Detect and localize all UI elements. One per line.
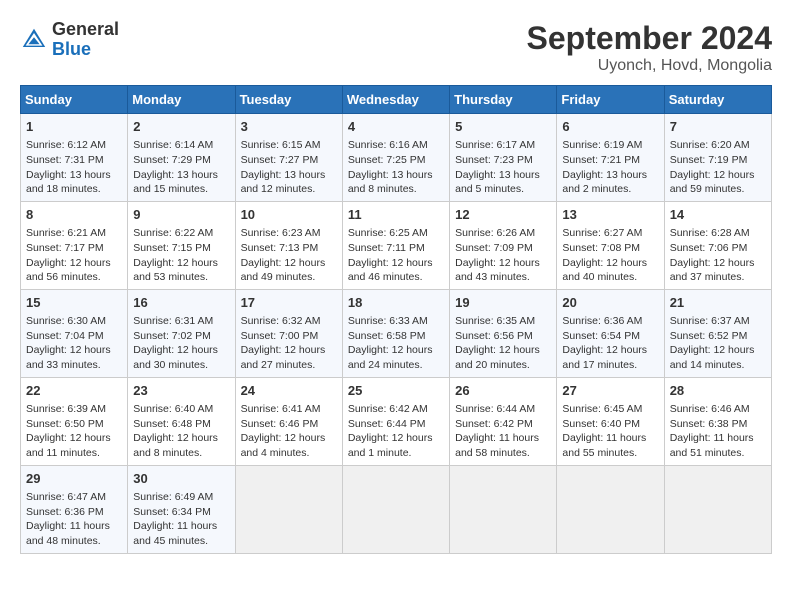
col-wednesday: Wednesday [342,86,449,114]
calendar-day: 16Sunrise: 6:31 AMSunset: 7:02 PMDayligh… [128,289,235,377]
calendar-empty [450,465,557,553]
calendar-empty [557,465,664,553]
calendar-empty [235,465,342,553]
calendar-day: 2Sunrise: 6:14 AMSunset: 7:29 PMDaylight… [128,114,235,202]
calendar-day: 7Sunrise: 6:20 AMSunset: 7:19 PMDaylight… [664,114,771,202]
calendar-row: 22Sunrise: 6:39 AMSunset: 6:50 PMDayligh… [21,377,772,465]
calendar-day: 18Sunrise: 6:33 AMSunset: 6:58 PMDayligh… [342,289,449,377]
calendar-day: 29Sunrise: 6:47 AMSunset: 6:36 PMDayligh… [21,465,128,553]
logo-blue-text: Blue [52,39,91,59]
calendar-table: Sunday Monday Tuesday Wednesday Thursday… [20,85,772,554]
col-friday: Friday [557,86,664,114]
calendar-day: 3Sunrise: 6:15 AMSunset: 7:27 PMDaylight… [235,114,342,202]
logo-general-text: General [52,19,119,39]
calendar-day: 25Sunrise: 6:42 AMSunset: 6:44 PMDayligh… [342,377,449,465]
col-tuesday: Tuesday [235,86,342,114]
col-sunday: Sunday [21,86,128,114]
calendar-day: 21Sunrise: 6:37 AMSunset: 6:52 PMDayligh… [664,289,771,377]
col-thursday: Thursday [450,86,557,114]
calendar-day: 17Sunrise: 6:32 AMSunset: 7:00 PMDayligh… [235,289,342,377]
calendar-row: 29Sunrise: 6:47 AMSunset: 6:36 PMDayligh… [21,465,772,553]
page-header: General Blue September 2024 Uyonch, Hovd… [20,20,772,75]
calendar-empty [664,465,771,553]
calendar-day: 27Sunrise: 6:45 AMSunset: 6:40 PMDayligh… [557,377,664,465]
calendar-empty [342,465,449,553]
calendar-day: 1Sunrise: 6:12 AMSunset: 7:31 PMDaylight… [21,114,128,202]
calendar-day: 13Sunrise: 6:27 AMSunset: 7:08 PMDayligh… [557,201,664,289]
calendar-day: 6Sunrise: 6:19 AMSunset: 7:21 PMDaylight… [557,114,664,202]
month-title: September 2024 [527,20,772,57]
calendar-day: 30Sunrise: 6:49 AMSunset: 6:34 PMDayligh… [128,465,235,553]
col-monday: Monday [128,86,235,114]
calendar-header-row: Sunday Monday Tuesday Wednesday Thursday… [21,86,772,114]
calendar-day: 8Sunrise: 6:21 AMSunset: 7:17 PMDaylight… [21,201,128,289]
calendar-day: 22Sunrise: 6:39 AMSunset: 6:50 PMDayligh… [21,377,128,465]
location-subtitle: Uyonch, Hovd, Mongolia [527,57,772,75]
title-block: September 2024 Uyonch, Hovd, Mongolia [527,20,772,75]
calendar-day: 19Sunrise: 6:35 AMSunset: 6:56 PMDayligh… [450,289,557,377]
col-saturday: Saturday [664,86,771,114]
calendar-day: 4Sunrise: 6:16 AMSunset: 7:25 PMDaylight… [342,114,449,202]
calendar-day: 28Sunrise: 6:46 AMSunset: 6:38 PMDayligh… [664,377,771,465]
calendar-day: 20Sunrise: 6:36 AMSunset: 6:54 PMDayligh… [557,289,664,377]
calendar-day: 9Sunrise: 6:22 AMSunset: 7:15 PMDaylight… [128,201,235,289]
calendar-row: 1Sunrise: 6:12 AMSunset: 7:31 PMDaylight… [21,114,772,202]
logo-icon [20,26,48,54]
calendar-day: 10Sunrise: 6:23 AMSunset: 7:13 PMDayligh… [235,201,342,289]
calendar-day: 15Sunrise: 6:30 AMSunset: 7:04 PMDayligh… [21,289,128,377]
calendar-day: 14Sunrise: 6:28 AMSunset: 7:06 PMDayligh… [664,201,771,289]
logo: General Blue [20,20,119,60]
calendar-day: 11Sunrise: 6:25 AMSunset: 7:11 PMDayligh… [342,201,449,289]
calendar-day: 12Sunrise: 6:26 AMSunset: 7:09 PMDayligh… [450,201,557,289]
calendar-day: 5Sunrise: 6:17 AMSunset: 7:23 PMDaylight… [450,114,557,202]
calendar-day: 26Sunrise: 6:44 AMSunset: 6:42 PMDayligh… [450,377,557,465]
calendar-day: 24Sunrise: 6:41 AMSunset: 6:46 PMDayligh… [235,377,342,465]
calendar-day: 23Sunrise: 6:40 AMSunset: 6:48 PMDayligh… [128,377,235,465]
calendar-row: 15Sunrise: 6:30 AMSunset: 7:04 PMDayligh… [21,289,772,377]
calendar-row: 8Sunrise: 6:21 AMSunset: 7:17 PMDaylight… [21,201,772,289]
